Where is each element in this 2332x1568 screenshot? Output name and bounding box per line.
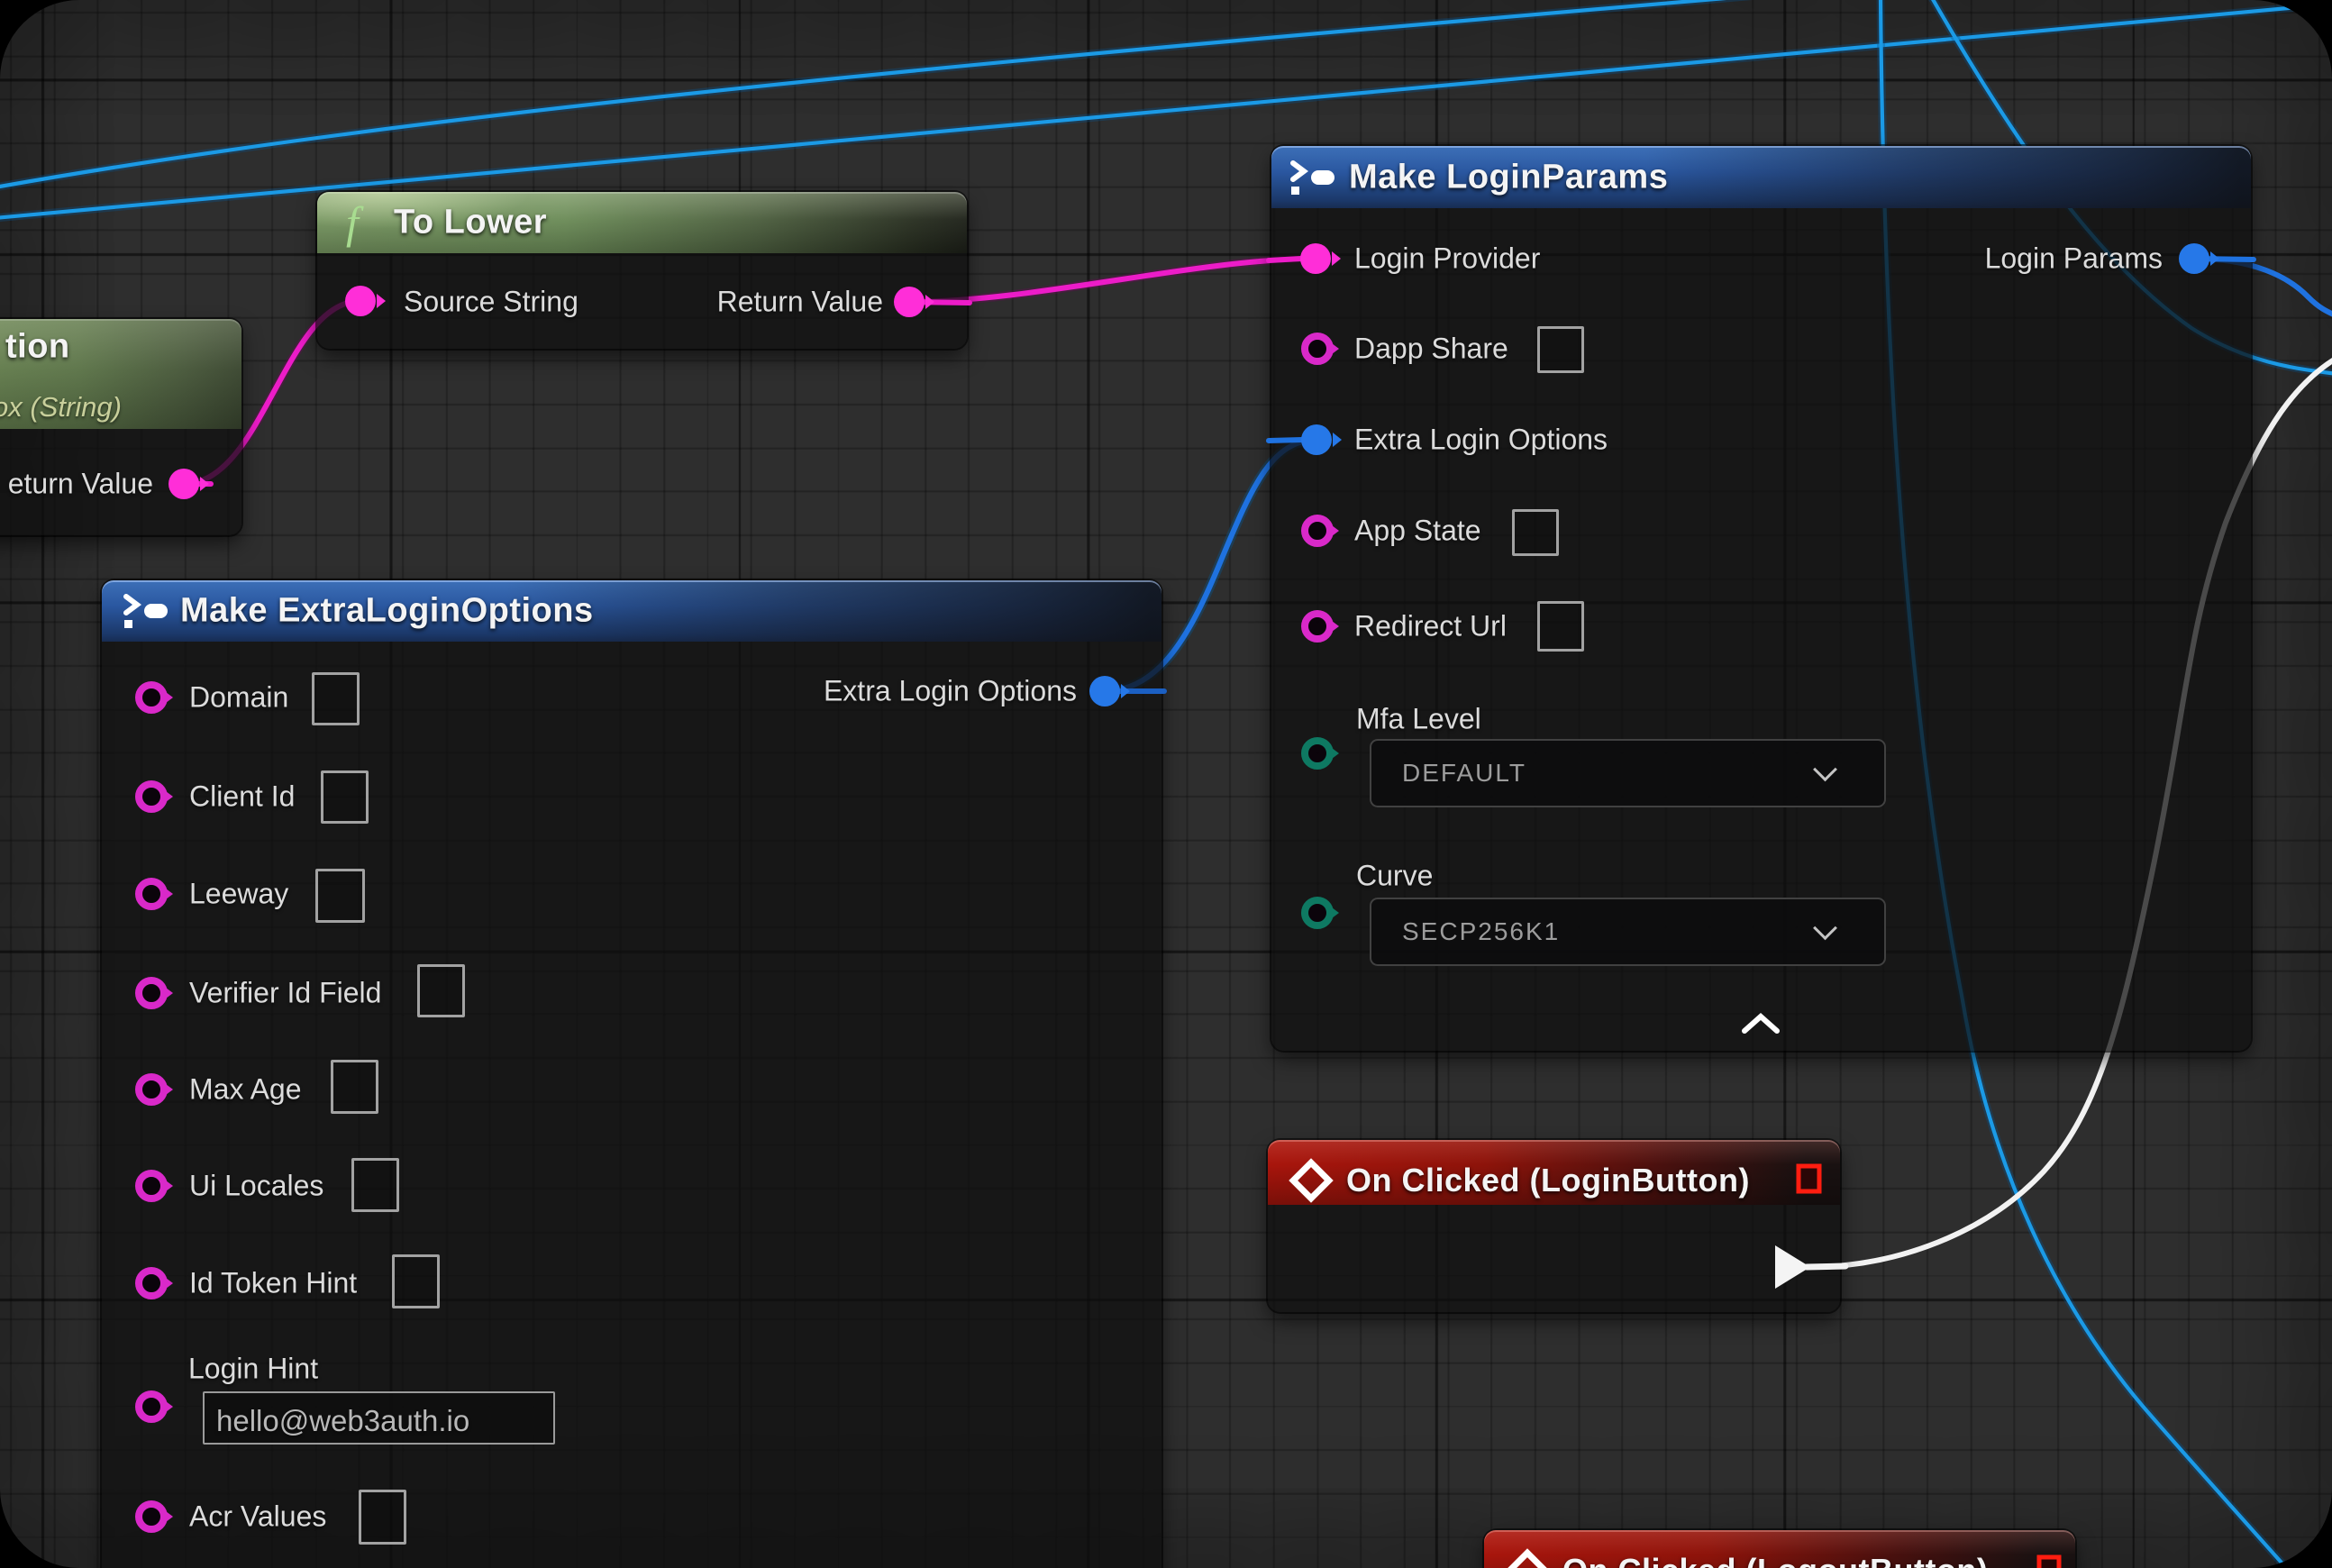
svg-text:f: f bbox=[346, 197, 364, 248]
